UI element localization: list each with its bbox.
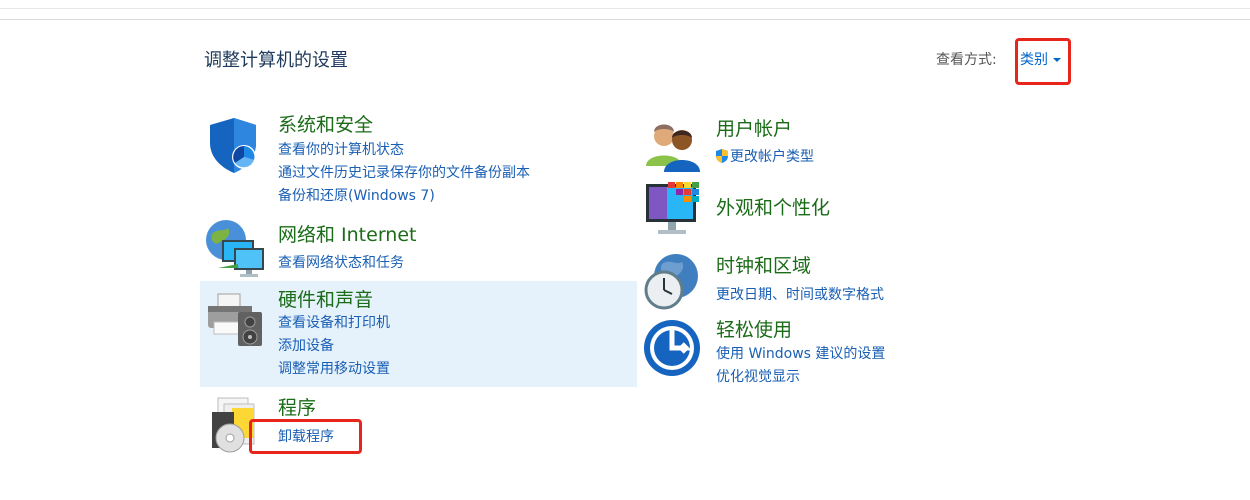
view-mode-value: 类别 — [1020, 52, 1048, 68]
mobility-settings-link[interactable]: 调整常用移动设置 — [278, 358, 390, 378]
monitor-icon — [646, 182, 699, 234]
devices-printers-link[interactable]: 查看设备和打印机 — [278, 312, 390, 332]
page-title: 调整计算机的设置 — [204, 50, 348, 71]
chevron-down-icon — [1053, 58, 1061, 62]
change-date-time-link[interactable]: 更改日期、时间或数字格式 — [716, 284, 884, 304]
top-divider — [0, 8, 1250, 9]
hardware-sound-title[interactable]: 硬件和声音 — [278, 285, 373, 312]
system-security-title[interactable]: 系统和安全 — [278, 110, 373, 137]
network-internet-title[interactable]: 网络和 Internet — [278, 220, 416, 247]
view-mode-dropdown[interactable]: 类别 — [1020, 49, 1061, 69]
uninstall-highlight — [249, 419, 362, 454]
change-account-type-link[interactable]: 更改帐户类型 — [714, 146, 814, 166]
view-mode-highlight: 类别 — [1015, 38, 1071, 85]
add-device-link[interactable]: 添加设备 — [278, 335, 334, 355]
view-by-label: 查看方式: — [936, 52, 997, 68]
user-accounts-title[interactable]: 用户帐户 — [716, 114, 792, 141]
file-history-link[interactable]: 通过文件历史记录保存你的文件备份副本 — [278, 162, 530, 182]
shield-icon — [210, 118, 256, 173]
clock-region-title[interactable]: 时钟和区域 — [716, 251, 811, 278]
programs-title[interactable]: 程序 — [278, 393, 316, 420]
network-status-link[interactable]: 查看网络状态和任务 — [278, 252, 404, 272]
view-computer-status-link[interactable]: 查看你的计算机状态 — [278, 139, 404, 159]
printer-icon — [208, 293, 262, 346]
uac-shield-icon — [716, 149, 728, 163]
toolbar-divider — [0, 19, 1250, 20]
appearance-title[interactable]: 外观和个性化 — [716, 193, 830, 220]
ease-of-access-title[interactable]: 轻松使用 — [716, 315, 792, 342]
network-icon — [206, 220, 264, 277]
recommended-settings-link[interactable]: 使用 Windows 建议的设置 — [716, 343, 885, 363]
change-account-type-label: 更改帐户类型 — [730, 149, 814, 165]
backup-restore-link[interactable]: 备份和还原(Windows 7) — [278, 185, 435, 205]
optimize-visual-display-link[interactable]: 优化视觉显示 — [716, 366, 800, 386]
ease-of-access-icon — [644, 320, 700, 376]
clock-globe-icon — [644, 254, 698, 310]
users-icon — [646, 124, 700, 172]
